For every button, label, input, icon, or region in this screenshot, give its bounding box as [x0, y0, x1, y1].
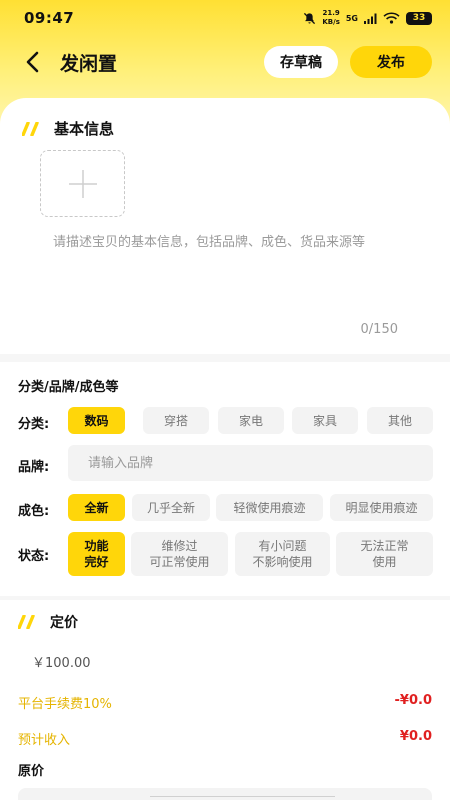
fee-value: -¥0.0 — [394, 693, 432, 708]
state-chip[interactable]: 维修过 可正常使用 — [131, 532, 228, 576]
back-button[interactable] — [18, 48, 46, 76]
battery-indicator: 33 — [406, 11, 432, 25]
speed-value: 21.9 — [322, 9, 340, 17]
wifi-icon — [383, 12, 400, 24]
section-title: 定价 — [50, 615, 78, 631]
signal-icon — [364, 13, 377, 24]
condition-label: 成色: — [18, 504, 50, 519]
plus-icon — [68, 169, 97, 198]
condition-chip[interactable]: 轻微使用痕迹 — [216, 494, 323, 521]
category-card: 分类/品牌/成色等 分类: 数码 穿搭 家电 家具 其他 品牌: 成色: 全新 … — [0, 362, 450, 596]
double-slash-icon — [18, 615, 35, 629]
original-price-input[interactable] — [18, 788, 432, 800]
category-chip[interactable]: 家电 — [218, 407, 284, 434]
original-price-label: 原价 — [18, 764, 45, 779]
condition-chip[interactable]: 全新 — [68, 494, 125, 521]
char-counter: 0/150 — [360, 322, 398, 337]
state-line: 维修过 — [161, 539, 198, 553]
network-type: 5G — [345, 13, 358, 23]
state-line: 有小问题 — [258, 539, 307, 553]
description-input[interactable]: 请描述宝贝的基本信息，包括品牌、成色、货品来源等 — [53, 232, 403, 253]
speed-unit: KB/s — [322, 18, 340, 26]
chevron-left-icon — [26, 51, 39, 73]
condition-chip[interactable]: 明显使用痕迹 — [330, 494, 433, 521]
brand-input[interactable] — [68, 445, 433, 481]
state-line: 无法正常 — [360, 539, 409, 553]
price-input[interactable]: ￥100.00 — [32, 652, 91, 671]
category-chip[interactable]: 家具 — [292, 407, 358, 434]
section-title: 基本信息 — [54, 120, 115, 138]
basic-info-header: 基本信息 — [22, 118, 114, 139]
condition-chip[interactable]: 几乎全新 — [132, 494, 210, 521]
status-time: 09:47 — [24, 9, 75, 27]
brand-label: 品牌: — [18, 460, 50, 475]
top-nav: 发闲置 存草稿 发布 — [0, 40, 450, 84]
category-label: 分类: — [18, 417, 50, 432]
photo-upload-button[interactable] — [40, 150, 125, 217]
status-icons: 21.9 KB/s 5G 33 — [303, 9, 432, 27]
state-line: 不影响使用 — [252, 555, 313, 569]
state-chip[interactable]: 有小问题 不影响使用 — [235, 532, 330, 576]
state-label: 状态: — [18, 549, 50, 564]
state-line: 完好 — [84, 555, 109, 569]
state-chip[interactable]: 功能 完好 — [68, 532, 125, 576]
fee-row: 平台手续费10% -¥0.0 — [18, 693, 432, 712]
pricing-card: 定价 ￥100.00 平台手续费10% -¥0.0 预计收入 ¥0.0 原价 — [0, 600, 450, 800]
mute-bell-icon — [304, 12, 316, 24]
state-line: 使用 — [372, 555, 397, 569]
category-chip[interactable]: 数码 — [68, 407, 125, 434]
save-draft-button[interactable]: 存草稿 — [264, 46, 338, 78]
publish-button[interactable]: 发布 — [350, 46, 432, 78]
income-row: 预计收入 ¥0.0 — [18, 729, 432, 748]
category-chip[interactable]: 穿搭 — [143, 407, 209, 434]
network-speed: 21.9 KB/s — [322, 9, 339, 27]
pricing-header: 定价 — [18, 612, 78, 632]
state-line: 可正常使用 — [149, 555, 210, 569]
page-title: 发闲置 — [60, 52, 118, 75]
divider — [150, 796, 335, 797]
state-line: 功能 — [84, 539, 109, 553]
income-label: 预计收入 — [18, 733, 71, 748]
income-value: ¥0.0 — [399, 729, 432, 744]
fee-label: 平台手续费10% — [18, 697, 112, 712]
state-chip[interactable]: 无法正常 使用 — [336, 532, 433, 576]
double-slash-icon — [22, 121, 39, 136]
basic-info-card: 基本信息 请描述宝贝的基本信息，包括品牌、成色、货品来源等 0/150 — [0, 98, 450, 354]
category-chip[interactable]: 其他 — [367, 407, 433, 434]
category-section-title: 分类/品牌/成色等 — [18, 380, 119, 395]
status-bar: 09:47 21.9 KB/s 5G 33 — [0, 0, 450, 36]
